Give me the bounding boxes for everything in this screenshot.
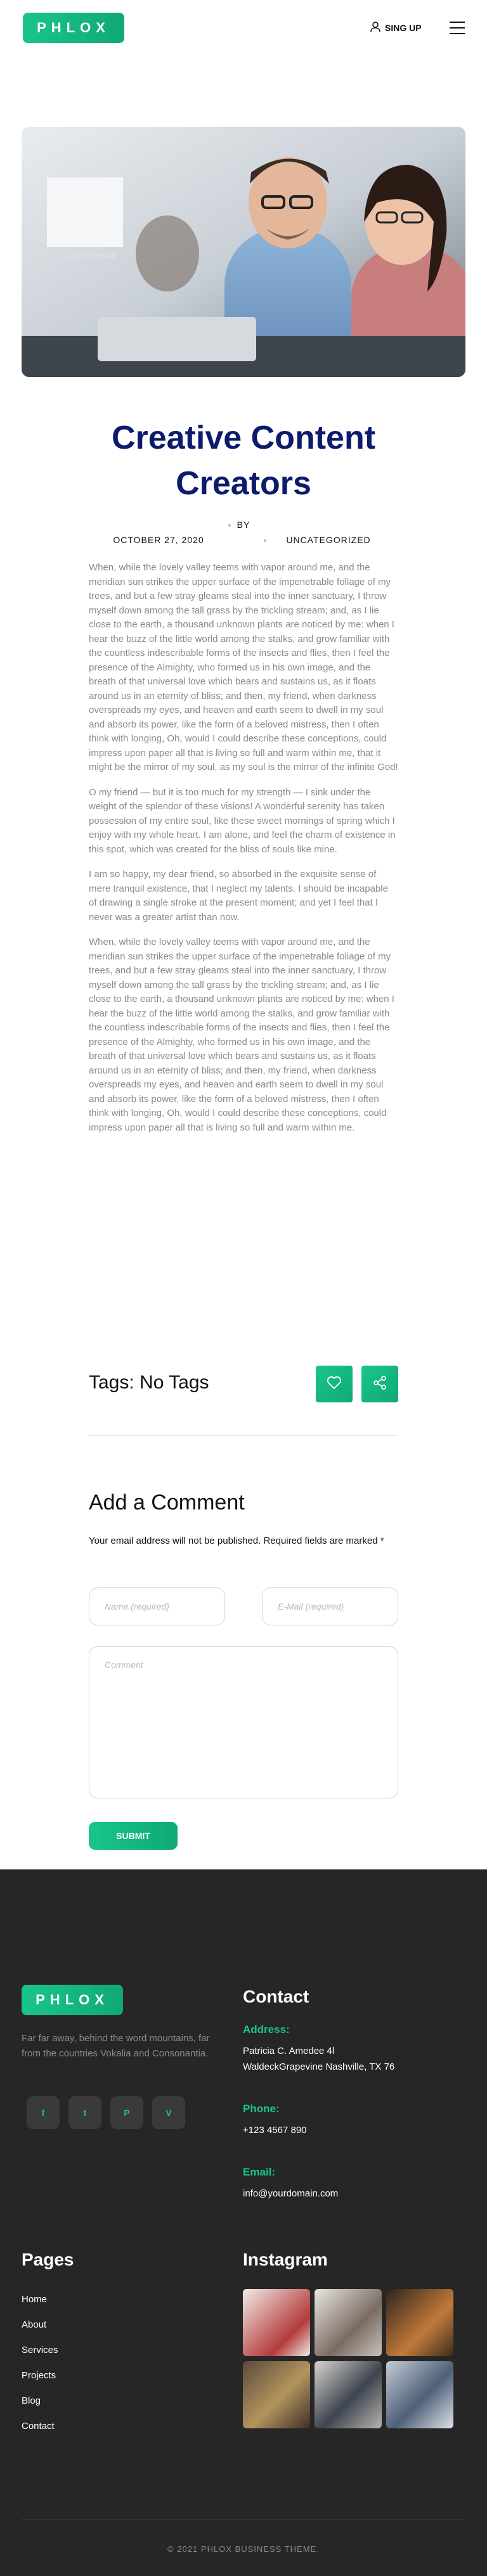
signup-link[interactable]: SING UP — [370, 21, 422, 34]
instagram-photo[interactable] — [243, 2289, 310, 2356]
facebook-icon: f — [41, 2108, 45, 2118]
social-pinterest-button[interactable]: P — [110, 2096, 143, 2129]
post-author-label: BY — [237, 520, 250, 530]
pinterest-icon: P — [124, 2108, 130, 2118]
comment-form-note: Your email address will not be published… — [89, 1535, 384, 1546]
name-field-placeholder: Name (required) — [105, 1601, 169, 1612]
social-vimeo-button[interactable]: V — [152, 2096, 185, 2129]
submit-button[interactable]: SUBMIT — [89, 1822, 178, 1850]
email-value[interactable]: info@yourdomain.com — [243, 2186, 338, 2201]
social-facebook-button[interactable]: f — [27, 2096, 60, 2129]
instagram-photo[interactable] — [315, 2361, 382, 2428]
footer-link-services[interactable]: Services — [22, 2345, 58, 2355]
like-button[interactable] — [316, 1366, 353, 1402]
post-category[interactable]: UNCATEGORIZED — [259, 535, 398, 545]
heart-icon — [327, 1376, 342, 1393]
footer-divider — [22, 2519, 465, 2520]
post-date[interactable]: OCTOBER 27, 2020 — [89, 535, 228, 545]
comment-form-title: Add a Comment — [89, 1490, 245, 1515]
comment-placeholder: Comment — [105, 1660, 143, 1670]
post-body: When, while the lovely valley teems with… — [89, 561, 398, 1146]
post-paragraph: When, while the lovely valley teems with… — [89, 562, 398, 772]
vimeo-icon: V — [166, 2108, 172, 2118]
instagram-photo[interactable] — [243, 2361, 310, 2428]
social-twitter-button[interactable]: t — [68, 2096, 101, 2129]
copyright: © 2021 PHLOX BUSINESS THEME. — [167, 2544, 320, 2554]
footer-link-home[interactable]: Home — [22, 2294, 47, 2305]
pages-heading: Pages — [22, 2250, 74, 2269]
post-paragraph: O my friend — but it is too much for my … — [89, 786, 396, 855]
site-footer: PHLOX Far far away, behind the word moun… — [0, 1869, 487, 2576]
divider — [89, 1435, 398, 1436]
site-header: PHLOX SING UP — [0, 0, 487, 57]
hamburger-menu-icon[interactable] — [450, 22, 465, 34]
name-field[interactable]: Name (required) — [89, 1587, 225, 1625]
footer-logo[interactable]: PHLOX — [22, 1985, 123, 2015]
post-title-line: Creative Content — [111, 420, 376, 456]
instagram-heading: Instagram — [243, 2250, 328, 2269]
email-field[interactable]: E-Mail (required) — [262, 1587, 398, 1625]
twitter-icon: t — [83, 2108, 87, 2118]
user-icon — [370, 21, 381, 34]
signup-label: SING UP — [385, 22, 422, 33]
contact-heading: Contact — [243, 1987, 309, 2006]
footer-about-text: Far far away, behind the word mountains,… — [22, 2033, 210, 2059]
email-label: Email: — [243, 2166, 276, 2178]
share-icon — [372, 1375, 387, 1394]
site-logo[interactable]: PHLOX — [23, 13, 124, 43]
comment-textarea[interactable]: Comment — [89, 1646, 398, 1798]
footer-link-contact[interactable]: Contact — [22, 2421, 55, 2432]
phone-value[interactable]: +123 4567 890 — [243, 2123, 307, 2138]
post-featured-image — [22, 127, 465, 377]
address-label: Address: — [243, 2023, 290, 2035]
footer-link-about[interactable]: About — [22, 2319, 46, 2330]
post-tags: Tags: No Tags — [89, 1372, 209, 1393]
address-line: Patricia C. Amedee 4l — [243, 2046, 335, 2056]
instagram-photo[interactable] — [315, 2289, 382, 2356]
phone-label: Phone: — [243, 2103, 280, 2115]
instagram-photo[interactable] — [386, 2361, 453, 2428]
address-line: WaldeckGrapevine Nashville, TX 76 — [243, 2061, 395, 2072]
post-title: Creative Content Creators — [57, 415, 430, 506]
footer-link-projects[interactable]: Projects — [22, 2370, 56, 2381]
instagram-photo[interactable] — [386, 2289, 453, 2356]
share-button[interactable] — [361, 1366, 398, 1402]
post-paragraph: I am so happy, my dear friend, so absorb… — [89, 869, 388, 923]
footer-link-blog[interactable]: Blog — [22, 2395, 41, 2406]
post-paragraph: When, while the lovely valley teems with… — [89, 937, 394, 1133]
email-field-placeholder: E-Mail (required) — [278, 1601, 344, 1612]
post-title-line: Creators — [176, 465, 311, 502]
